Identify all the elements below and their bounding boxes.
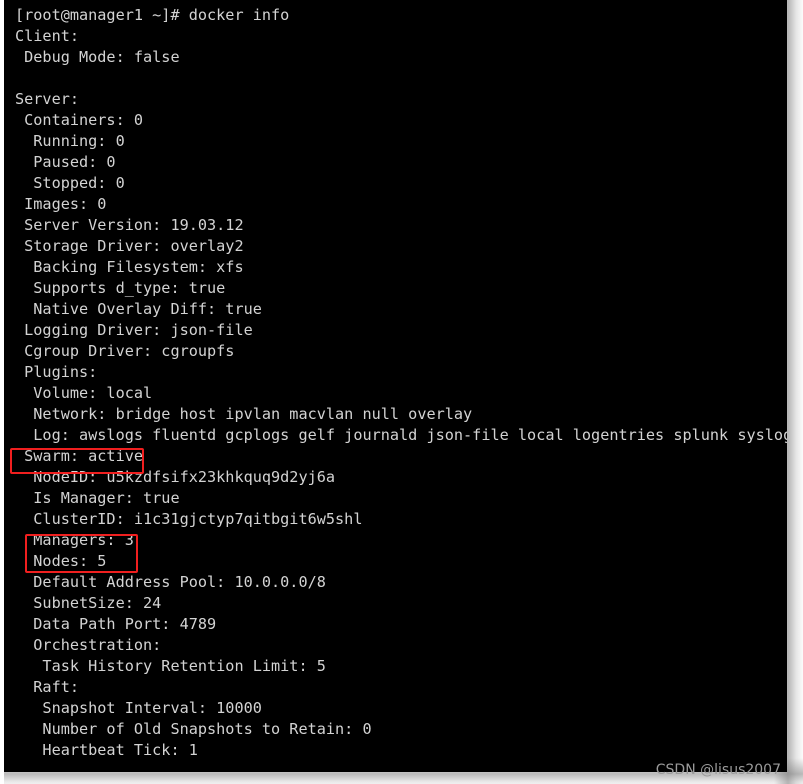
terminal-prompt-line: [root@manager1 ~]# docker info	[15, 6, 290, 24]
terminal-line: Managers: 3	[15, 531, 134, 549]
terminal-line: Supports d_type: true	[15, 279, 226, 297]
terminal-line: Plugins:	[15, 363, 98, 381]
terminal-line: Cgroup Driver: cgroupfs	[15, 342, 235, 360]
terminal-line: Heartbeat Tick: 1	[15, 741, 198, 759]
terminal-line: SubnetSize: 24	[15, 594, 162, 612]
terminal-line: Snapshot Interval: 10000	[15, 699, 262, 717]
terminal-line: Containers: 0	[15, 111, 144, 129]
terminal-line: Data Path Port: 4789	[15, 615, 217, 633]
terminal-line: Nodes: 5	[15, 552, 107, 570]
terminal-output: [root@manager1 ~]# docker info Client: De…	[4, 5, 787, 761]
terminal-line: Swarm: active	[15, 447, 144, 465]
terminal-line: Network: bridge host ipvlan macvlan null…	[15, 405, 473, 423]
terminal-line: Logging Driver: json-file	[15, 321, 253, 339]
terminal-line: Images: 0	[15, 195, 107, 213]
terminal-line: Number of Old Snapshots to Retain: 0	[15, 720, 372, 738]
terminal-line: Orchestration:	[15, 636, 162, 654]
terminal-line: Log: awslogs fluentd gcplogs gelf journa…	[15, 426, 787, 444]
terminal-line: ClusterID: i1c31gjctyp7qitbgit6w5shl	[15, 510, 363, 528]
terminal-line: Client:	[15, 27, 80, 45]
terminal-line: Backing Filesystem: xfs	[15, 258, 244, 276]
terminal-window[interactable]: [root@manager1 ~]# docker info Client: De…	[4, 0, 787, 772]
screenshot-root: [root@manager1 ~]# docker info Client: De…	[0, 0, 803, 784]
terminal-line: Default Address Pool: 10.0.0.0/8	[15, 573, 326, 591]
terminal-line: Stopped: 0	[15, 174, 125, 192]
terminal-line: Native Overlay Diff: true	[15, 300, 262, 318]
terminal-line: Paused: 0	[15, 153, 116, 171]
terminal-line: Raft:	[15, 678, 80, 696]
terminal-line: Volume: local	[15, 384, 153, 402]
terminal-line: Task History Retention Limit: 5	[15, 657, 326, 675]
terminal-line: NodeID: u5kzdfsifx23khkquq9d2yj6a	[15, 468, 336, 486]
terminal-line: Server:	[15, 90, 80, 108]
terminal-line: Storage Driver: overlay2	[15, 237, 244, 255]
terminal-line: Is Manager: true	[15, 489, 180, 507]
terminal-line: Running: 0	[15, 132, 125, 150]
terminal-line: Debug Mode: false	[15, 48, 180, 66]
terminal-line: Server Version: 19.03.12	[15, 216, 244, 234]
